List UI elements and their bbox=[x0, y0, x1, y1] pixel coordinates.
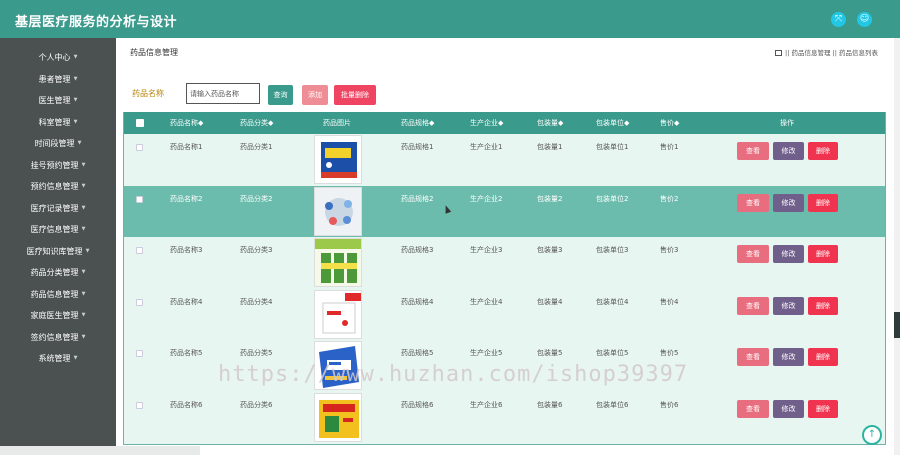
back-to-top-icon[interactable]: ↑ bbox=[862, 425, 882, 445]
home-icon[interactable] bbox=[775, 50, 783, 56]
view-button[interactable]: 查看 bbox=[737, 142, 769, 160]
table-row[interactable]: 药品名称2 药品分类2 药品规格2 生产企业2 包装量2 包装单位2 售价2 查… bbox=[124, 185, 885, 238]
sidebar-item-knowledge-base[interactable]: 医疗知识库管理 ▼ bbox=[0, 241, 116, 262]
chevron-down-icon: ▼ bbox=[81, 183, 86, 189]
page-title: 药品信息管理 bbox=[130, 48, 178, 57]
breadcrumb: || 药品信息管理 || 药品信息列表 bbox=[775, 47, 878, 57]
chevron-down-icon: ▼ bbox=[81, 162, 86, 168]
delete-button[interactable]: 删除 bbox=[808, 142, 838, 160]
header-maker[interactable]: 生产企业◆ bbox=[470, 112, 503, 134]
page-scrollbar[interactable] bbox=[894, 38, 900, 455]
sidebar-item-doctors[interactable]: 医生管理 ▼ bbox=[0, 90, 116, 111]
drug-image bbox=[314, 238, 362, 288]
chevron-down-icon: ▼ bbox=[81, 312, 86, 318]
delete-button[interactable]: 删除 bbox=[808, 193, 838, 212]
app-title: 基层医疗服务的分析与设计 bbox=[15, 15, 178, 30]
select-all-checkbox[interactable] bbox=[136, 119, 144, 127]
header-name[interactable]: 药品名称◆ bbox=[170, 112, 203, 134]
sidebar-item-drug-categories[interactable]: 药品分类管理 ▼ bbox=[0, 262, 116, 283]
user-icon[interactable]: ☺ bbox=[857, 12, 872, 27]
chevron-down-icon: ▼ bbox=[73, 119, 78, 125]
edit-button[interactable]: 修改 bbox=[773, 296, 804, 315]
chevron-down-icon: ▼ bbox=[85, 248, 90, 254]
search-label: 药品名称 bbox=[132, 89, 164, 98]
sidebar-item-contracts[interactable]: 签约信息管理 ▼ bbox=[0, 327, 116, 348]
chevron-down-icon: ▼ bbox=[81, 226, 86, 232]
table-row[interactable]: 药品名称1 药品分类1 药品规格1 生产企业1 包装量1 包装单位1 售价1 查… bbox=[124, 134, 885, 186]
chevron-down-icon: ▼ bbox=[77, 140, 82, 146]
delete-button[interactable]: 删除 bbox=[808, 348, 838, 367]
table-header: 药品名称◆ 药品分类◆ 药品图片 药品规格◆ 生产企业◆ 包装量◆ 包装单位◆ … bbox=[124, 112, 885, 134]
edit-button[interactable]: 修改 bbox=[773, 142, 804, 160]
header-actions: 操作 bbox=[780, 119, 794, 127]
header-qty[interactable]: 包装量◆ bbox=[537, 112, 563, 134]
batch-delete-button[interactable]: 批量删除 bbox=[334, 85, 376, 105]
chevron-down-icon: ▼ bbox=[81, 334, 86, 340]
browser-status-bar bbox=[0, 446, 200, 455]
sidebar-item-drug-info[interactable]: 药品信息管理 ▼ bbox=[0, 284, 116, 305]
header-category[interactable]: 药品分类◆ bbox=[240, 112, 273, 134]
drug-image bbox=[314, 393, 362, 442]
view-button[interactable]: 查看 bbox=[737, 193, 769, 212]
delete-button[interactable]: 删除 bbox=[808, 245, 838, 264]
edit-button[interactable]: 修改 bbox=[773, 193, 804, 212]
table-row[interactable]: 药品名称6 药品分类6 药品规格6 生产企业6 包装量6 包装单位6 售价6 查… bbox=[124, 392, 885, 444]
edit-button[interactable]: 修改 bbox=[773, 245, 804, 264]
row-checkbox[interactable] bbox=[136, 350, 143, 358]
view-button[interactable]: 查看 bbox=[737, 245, 769, 264]
sidebar-item-patients[interactable]: 患者管理 ▼ bbox=[0, 69, 116, 90]
main-content: 药品信息管理 || 药品信息管理 || 药品信息列表 药品名称 查询 添加 批量… bbox=[116, 38, 894, 455]
header-image: 药品图片 bbox=[323, 119, 351, 127]
drug-image bbox=[314, 135, 362, 184]
drug-table: 药品名称◆ 药品分类◆ 药品图片 药品规格◆ 生产企业◆ 包装量◆ 包装单位◆ … bbox=[123, 112, 886, 445]
sidebar-item-personal-center[interactable]: 个人中心 ▼ bbox=[0, 47, 116, 68]
delete-button[interactable]: 删除 bbox=[808, 400, 838, 418]
row-checkbox[interactable] bbox=[136, 298, 143, 306]
header-spec[interactable]: 药品规格◆ bbox=[401, 112, 434, 134]
view-button[interactable]: 查看 bbox=[737, 400, 769, 418]
row-checkbox[interactable] bbox=[136, 247, 143, 255]
sidebar-item-family-doctors[interactable]: 家庭医生管理 ▼ bbox=[0, 305, 116, 326]
sidebar-item-booking-info[interactable]: 预约信息管理 ▼ bbox=[0, 176, 116, 197]
row-checkbox[interactable] bbox=[136, 402, 143, 409]
sidebar-item-departments[interactable]: 科室管理 ▼ bbox=[0, 112, 116, 133]
edit-button[interactable]: 修改 bbox=[773, 400, 804, 418]
search-input[interactable] bbox=[186, 83, 260, 104]
watermark: https://www.huzhan.com/ishop39397 bbox=[218, 362, 689, 387]
drug-image bbox=[314, 289, 362, 339]
drug-image bbox=[314, 186, 362, 236]
sidebar-item-medical-records[interactable]: 医疗记录管理 ▼ bbox=[0, 198, 116, 219]
header-price[interactable]: 售价◆ bbox=[660, 112, 679, 134]
add-button[interactable]: 添加 bbox=[302, 85, 328, 105]
sidebar-item-appointments[interactable]: 挂号预约管理 ▼ bbox=[0, 155, 116, 176]
scrollbar-thumb[interactable] bbox=[894, 312, 900, 338]
search-button[interactable]: 查询 bbox=[268, 85, 293, 105]
top-bar: 基层医疗服务的分析与设计 ⤧ ☺ bbox=[0, 0, 900, 38]
table-row[interactable]: 药品名称3 药品分类3 药品规格3 生产企业3 包装量3 包装单位3 售价3 查… bbox=[124, 237, 885, 289]
chevron-down-icon: ▼ bbox=[73, 76, 78, 82]
edit-button[interactable]: 修改 bbox=[773, 348, 804, 367]
chevron-down-icon: ▼ bbox=[81, 269, 86, 275]
row-checkbox[interactable] bbox=[136, 195, 143, 203]
sidebar-item-time-slots[interactable]: 时间段管理 ▼ bbox=[0, 133, 116, 154]
breadcrumb-text: || 药品信息管理 || 药品信息列表 bbox=[785, 49, 878, 57]
chevron-down-icon: ▼ bbox=[81, 291, 86, 297]
sidebar-item-system[interactable]: 系统管理 ▼ bbox=[0, 348, 116, 369]
sidebar-item-medical-info[interactable]: 医疗信息管理 ▼ bbox=[0, 219, 116, 240]
chevron-down-icon: ▼ bbox=[73, 54, 78, 60]
header-unit[interactable]: 包装单位◆ bbox=[596, 112, 629, 134]
sidebar: 个人中心 ▼ 患者管理 ▼ 医生管理 ▼ 科室管理 ▼ 时间段管理 ▼ 挂号预约管理 ▼ 预… bbox=[0, 38, 116, 455]
table-row[interactable]: 药品名称4 药品分类4 药品规格4 生产企业4 包装量4 包装单位4 售价4 查… bbox=[124, 288, 885, 341]
chevron-down-icon: ▼ bbox=[81, 205, 86, 211]
row-checkbox[interactable] bbox=[136, 144, 143, 151]
delete-button[interactable]: 删除 bbox=[808, 296, 838, 315]
chevron-down-icon: ▼ bbox=[73, 355, 78, 361]
view-button[interactable]: 查看 bbox=[737, 348, 769, 367]
chevron-down-icon: ▼ bbox=[73, 97, 78, 103]
fullscreen-icon[interactable]: ⤧ bbox=[831, 12, 846, 27]
view-button[interactable]: 查看 bbox=[737, 296, 769, 315]
